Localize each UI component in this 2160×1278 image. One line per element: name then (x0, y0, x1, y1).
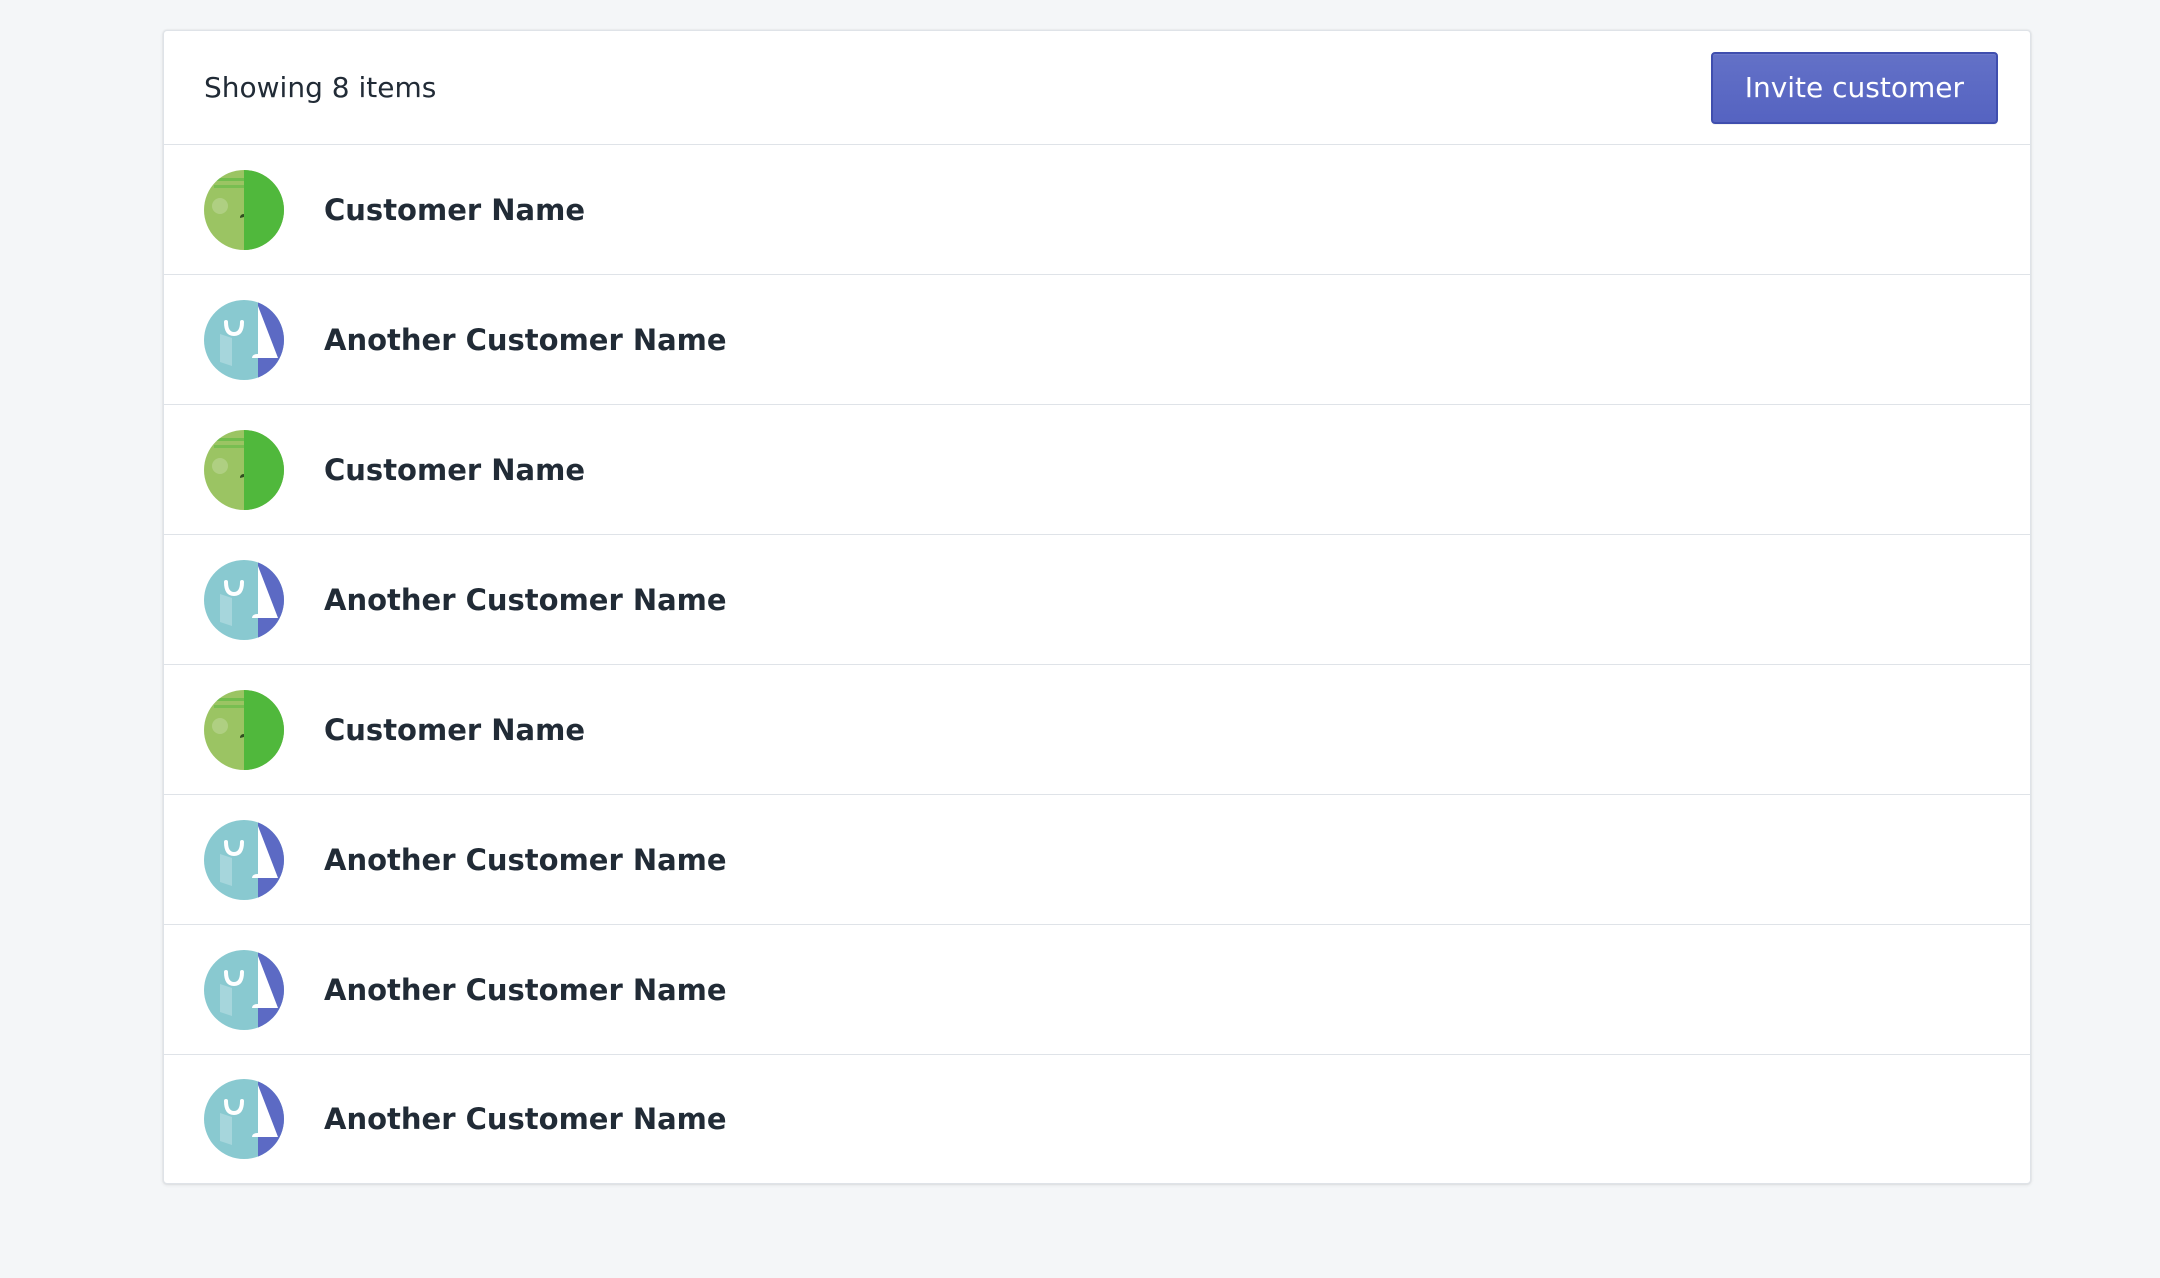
teal-avatar-icon (204, 1079, 284, 1159)
list-item[interactable]: Another Customer Name (164, 925, 2030, 1055)
item-count: Showing 8 items (204, 71, 437, 104)
list-item[interactable]: Customer Name (164, 665, 2030, 795)
list-item[interactable]: Customer Name (164, 405, 2030, 535)
customer-name: Customer Name (324, 192, 585, 227)
customer-list-card: Showing 8 items Invite customer Customer… (163, 30, 2031, 1184)
customer-name: Customer Name (324, 712, 585, 747)
list-item[interactable]: Customer Name (164, 145, 2030, 275)
list-item[interactable]: Another Customer Name (164, 535, 2030, 665)
customer-name: Another Customer Name (324, 582, 727, 617)
customer-name: Another Customer Name (324, 1102, 727, 1136)
teal-avatar-icon (204, 819, 284, 900)
teal-avatar-icon (204, 559, 284, 640)
customer-name: Another Customer Name (324, 842, 727, 877)
invite-customer-button[interactable]: Invite customer (1710, 51, 1998, 124)
green-avatar-icon (204, 169, 284, 250)
list-item[interactable]: Another Customer Name (164, 275, 2030, 405)
customer-name: Another Customer Name (324, 972, 727, 1007)
list-item[interactable]: Another Customer Name (164, 795, 2030, 925)
teal-avatar-icon (204, 299, 284, 380)
green-avatar-icon (204, 429, 284, 510)
customer-list: Customer Name Another Customer Name Cust… (164, 145, 2030, 1183)
list-header: Showing 8 items Invite customer (164, 31, 2030, 145)
customer-name: Customer Name (324, 452, 585, 487)
list-item[interactable]: Another Customer Name (164, 1055, 2030, 1183)
teal-avatar-icon (204, 949, 284, 1030)
green-avatar-icon (204, 689, 284, 770)
customer-name: Another Customer Name (324, 322, 727, 357)
